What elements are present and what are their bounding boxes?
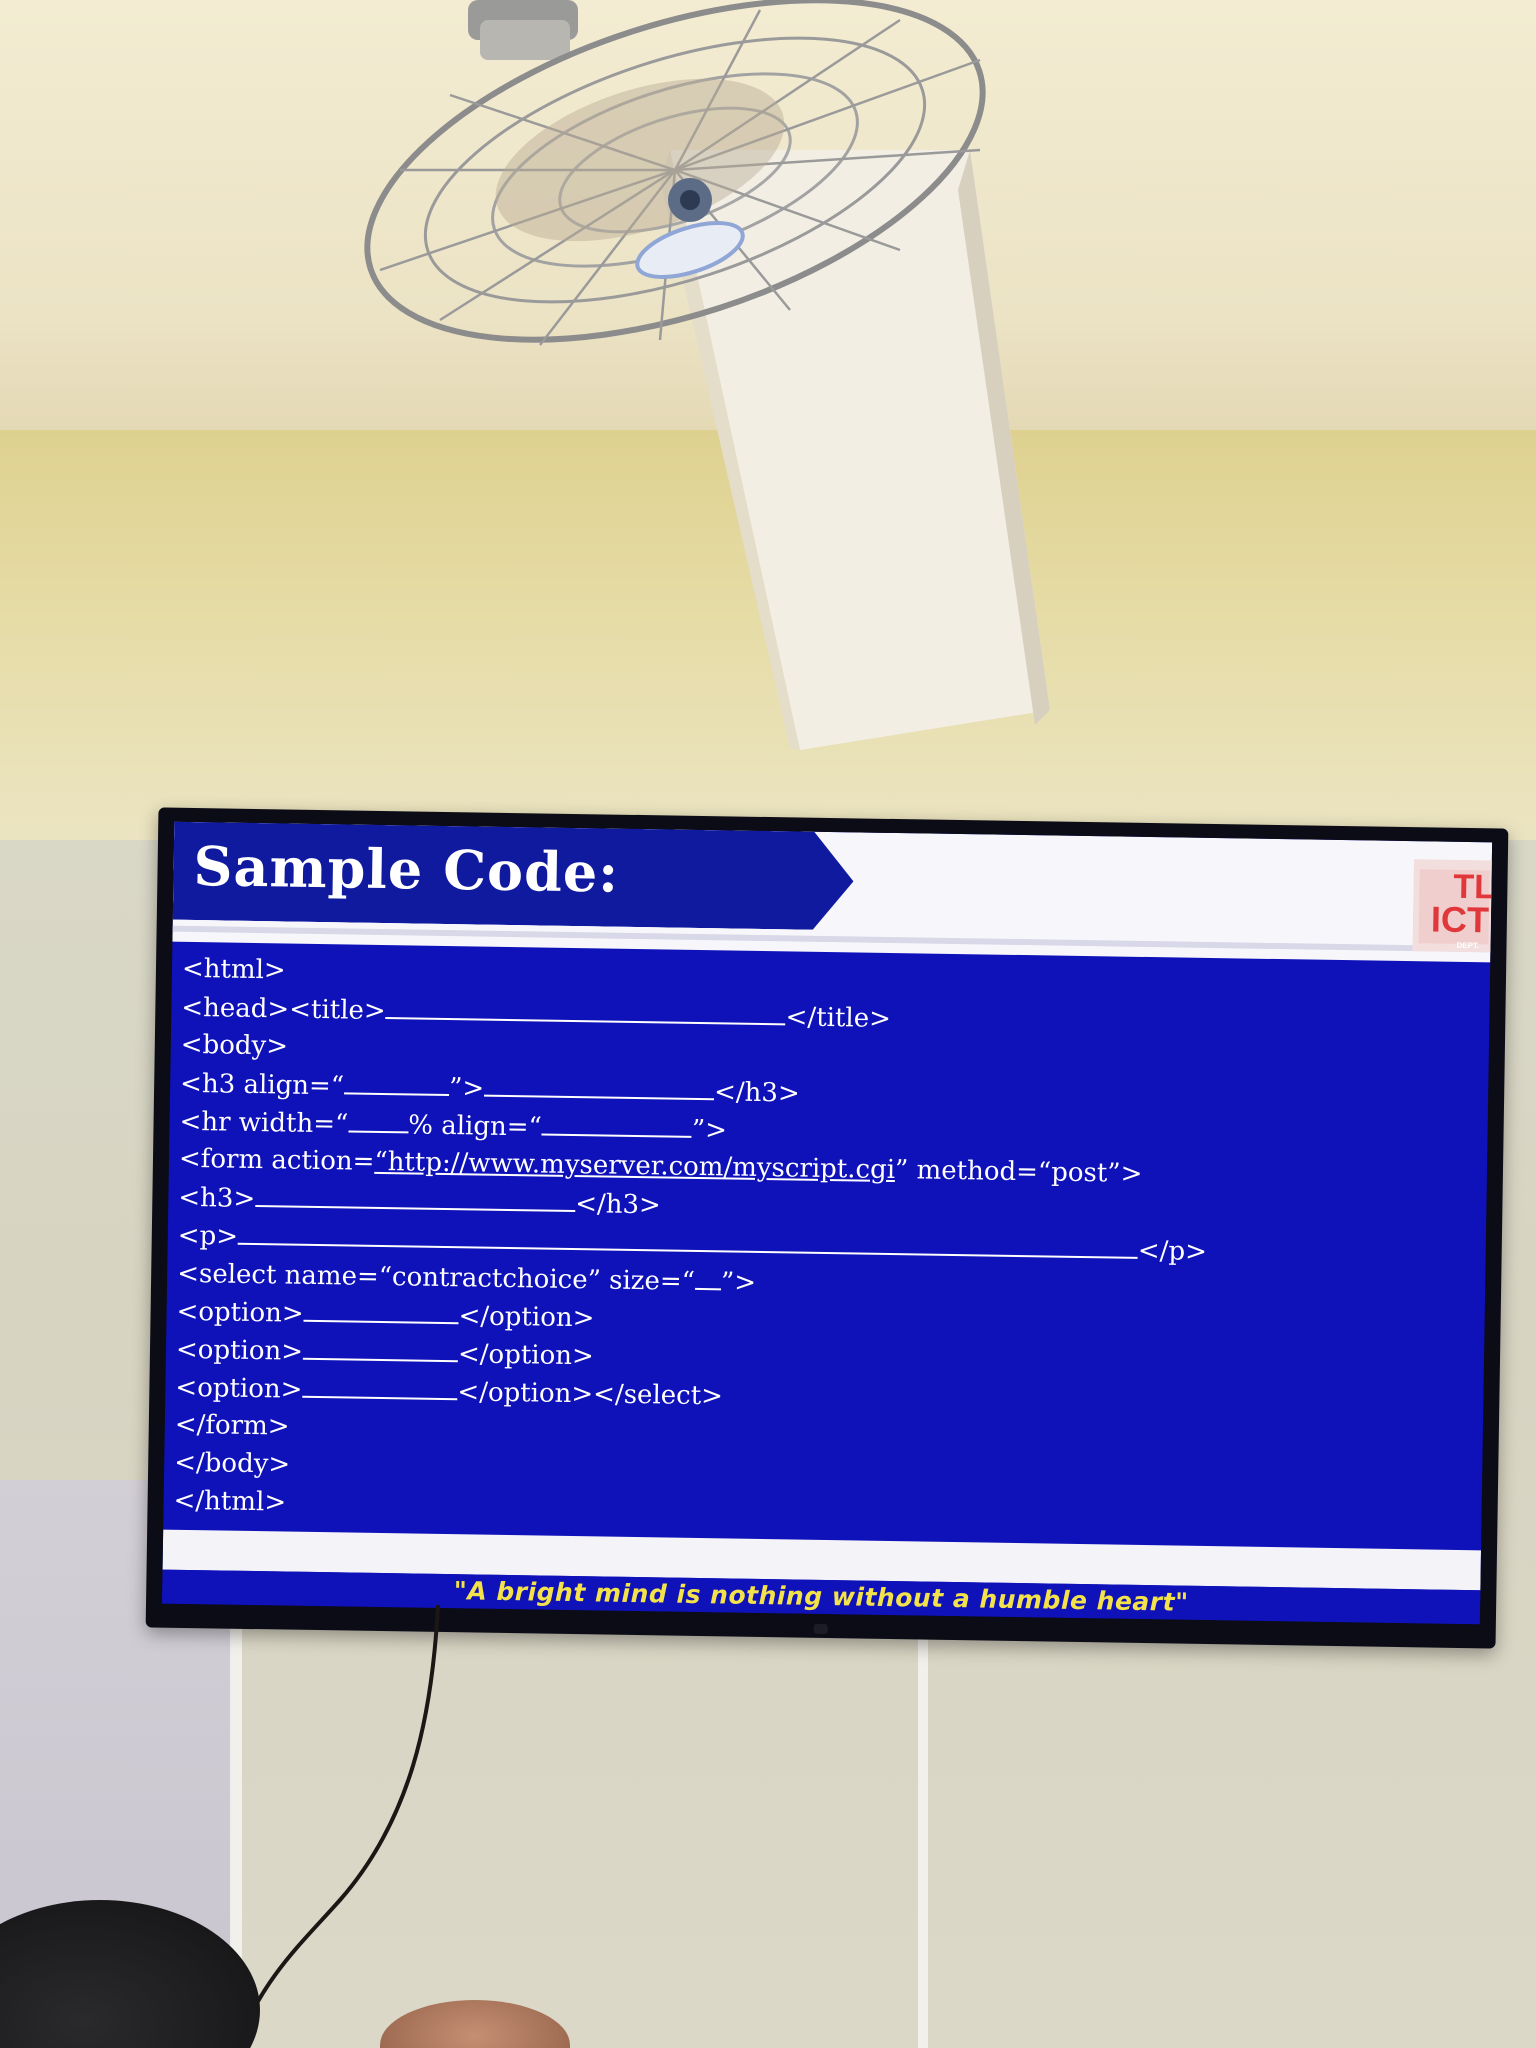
- tv-power-cable: [233, 1604, 440, 2048]
- classroom-scene: Sample Code: TLE ICT DEPT. <html> <head>…: [0, 0, 1536, 2048]
